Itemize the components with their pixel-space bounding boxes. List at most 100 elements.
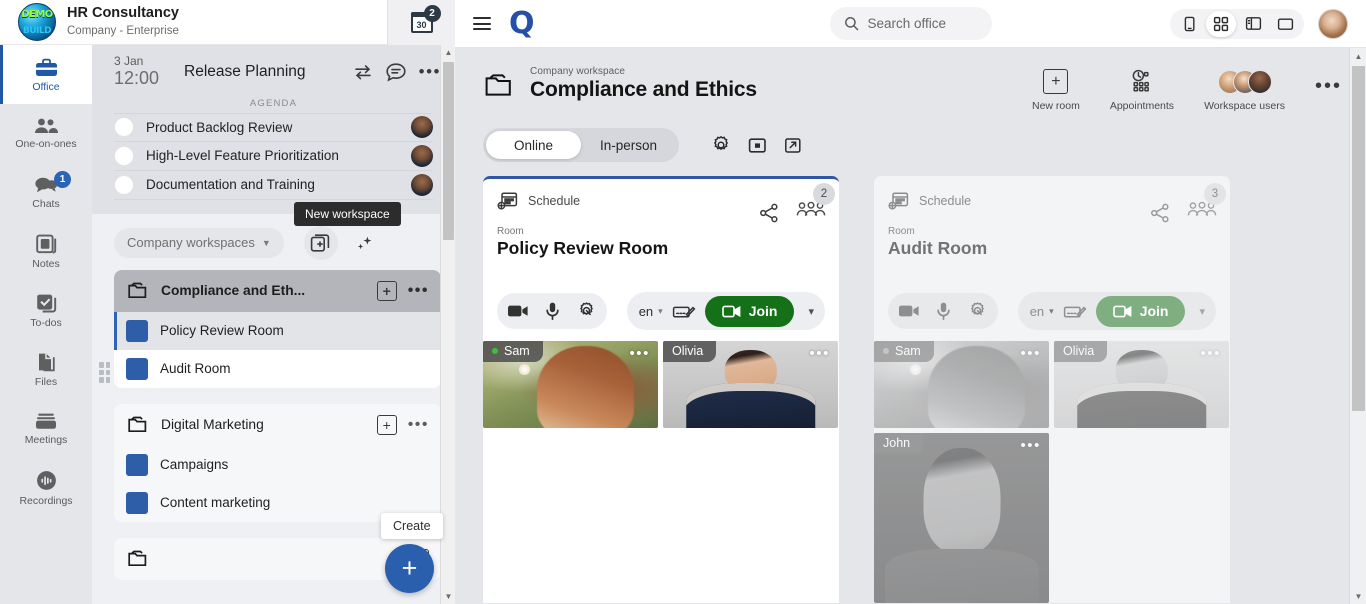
- share-icon[interactable]: [758, 202, 780, 224]
- scroll-thumb[interactable]: [1352, 66, 1365, 411]
- sidebar-item-to-dos[interactable]: To-dos: [0, 281, 92, 340]
- participant-name: John: [883, 436, 911, 450]
- workspace-group-header[interactable]: Compliance and Eth... + •••: [114, 269, 441, 312]
- add-room-button[interactable]: +: [376, 280, 397, 301]
- room-name: Policy Review Room: [160, 323, 284, 339]
- view-mode-mobile[interactable]: [1174, 11, 1204, 37]
- participant-more-icon[interactable]: •••: [1020, 345, 1041, 362]
- sidebar-item-chats[interactable]: 1 Chats: [0, 163, 92, 222]
- participant-tile-john[interactable]: John •••: [874, 433, 1049, 603]
- share-icon[interactable]: [1149, 202, 1171, 224]
- whiteboard-icon[interactable]: [1063, 302, 1087, 321]
- avatar[interactable]: [1318, 8, 1348, 39]
- participant-tile-sam[interactable]: Sam •••: [874, 341, 1049, 428]
- workspace-scope-select[interactable]: Company workspaces ▼: [114, 227, 284, 258]
- join-options-chevron-icon[interactable]: ▾: [1194, 305, 1210, 318]
- microphone-icon[interactable]: [545, 301, 560, 321]
- sidebar-item-recordings[interactable]: Recordings: [0, 458, 92, 517]
- language-select[interactable]: en ▾: [639, 304, 663, 319]
- swap-icon[interactable]: [353, 64, 373, 80]
- menu-icon[interactable]: [473, 13, 491, 33]
- microphone-icon[interactable]: [936, 301, 951, 321]
- join-button[interactable]: Join: [1095, 295, 1186, 327]
- company-name: HR Consultancy: [67, 5, 179, 22]
- scroll-down-arrow[interactable]: ▼: [1350, 588, 1366, 604]
- sidebar-item-meetings[interactable]: Meetings: [0, 399, 92, 458]
- audio-settings-icon[interactable]: [576, 301, 597, 322]
- participant-name-chip: Sam: [483, 341, 543, 362]
- whiteboard-icon[interactable]: [672, 302, 696, 321]
- agenda-checkbox[interactable]: [114, 174, 134, 195]
- camera-icon[interactable]: [507, 303, 529, 319]
- sidebar-item-notes[interactable]: Notes: [0, 222, 92, 281]
- audio-settings-icon[interactable]: [967, 301, 988, 322]
- view-mode-split[interactable]: [1238, 11, 1268, 37]
- participant-name-chip: John: [874, 433, 924, 454]
- workspace-more-icon[interactable]: •••: [1315, 75, 1342, 98]
- room-title: Policy Review Room: [497, 238, 669, 258]
- comment-icon[interactable]: [385, 62, 407, 82]
- scroll-up-arrow[interactable]: ▲: [1350, 48, 1366, 64]
- participants-button[interactable]: 2: [796, 183, 835, 224]
- participant-more-icon[interactable]: •••: [1200, 345, 1221, 362]
- sidebar-item-files[interactable]: Files: [0, 340, 92, 399]
- room-card-toolbar: en ▾ Join ▾: [483, 284, 839, 341]
- scroll-thumb[interactable]: [443, 62, 454, 240]
- page-title: Compliance and Ethics: [530, 78, 757, 101]
- participant-more-icon[interactable]: •••: [629, 345, 650, 362]
- agenda-item[interactable]: Product Backlog Review: [114, 112, 433, 142]
- agenda-item[interactable]: High-Level Feature Prioritization: [114, 142, 433, 171]
- folder-icon: [128, 282, 147, 298]
- open-external-icon[interactable]: [784, 137, 802, 154]
- participant-more-icon[interactable]: •••: [809, 345, 830, 362]
- avatar: [411, 116, 433, 139]
- chevron-down-icon: ▾: [658, 305, 663, 316]
- view-mode-grid[interactable]: [1206, 10, 1236, 37]
- participant-tile-olivia[interactable]: Olivia •••: [663, 341, 838, 428]
- join-button[interactable]: Join: [704, 295, 795, 327]
- language-select[interactable]: en ▾: [1030, 304, 1054, 319]
- tab-online[interactable]: Online: [486, 131, 581, 159]
- view-mode-single[interactable]: [1270, 11, 1300, 37]
- list-item-campaigns[interactable]: Campaigns: [114, 445, 441, 484]
- participant-tile-olivia[interactable]: Olivia •••: [1054, 341, 1229, 428]
- settings-gear-icon[interactable]: [711, 135, 731, 155]
- participant-tile-sam[interactable]: Sam •••: [483, 341, 658, 428]
- workspace-group-more-icon[interactable]: •••: [408, 416, 429, 434]
- agenda-checkbox[interactable]: [114, 117, 134, 138]
- scroll-down-arrow[interactable]: ▼: [441, 589, 456, 604]
- agenda-item[interactable]: Documentation and Training: [114, 171, 433, 200]
- agenda-more-icon[interactable]: •••: [419, 63, 441, 80]
- picture-in-picture-icon[interactable]: [748, 137, 767, 154]
- agenda-item-label: Product Backlog Review: [146, 119, 293, 135]
- workspace-users-button[interactable]: Workspace users: [1204, 69, 1285, 112]
- join-options-chevron-icon[interactable]: ▾: [803, 305, 819, 318]
- list-item-audit-room[interactable]: Audit Room: [114, 349, 441, 388]
- calendar-button[interactable]: 30 2: [387, 0, 455, 45]
- tab-in-person[interactable]: In-person: [581, 131, 676, 159]
- participant-more-icon[interactable]: •••: [1020, 437, 1041, 454]
- room-color-swatch: [126, 491, 148, 514]
- main-scrollbar[interactable]: ▲ ▼: [1349, 48, 1366, 604]
- scroll-up-arrow[interactable]: ▲: [441, 45, 456, 60]
- workspace-group-more-icon[interactable]: •••: [408, 282, 429, 300]
- app-logo[interactable]: Q: [509, 8, 535, 39]
- sidebar-item-one-on-ones[interactable]: One-on-ones: [0, 104, 92, 163]
- add-room-button[interactable]: +: [376, 414, 397, 435]
- ai-sparkle-icon[interactable]: [354, 232, 376, 254]
- create-button[interactable]: +: [385, 544, 434, 593]
- new-room-button[interactable]: + New room: [1032, 69, 1080, 112]
- view-mode-group: [1170, 8, 1304, 39]
- search-input[interactable]: Search office: [829, 7, 992, 40]
- language-value: en: [638, 303, 654, 319]
- camera-icon[interactable]: [898, 303, 920, 319]
- room-label: Room: [888, 226, 915, 237]
- agenda-checkbox[interactable]: [114, 145, 134, 166]
- workspace-group-header[interactable]: Digital Marketing + •••: [114, 403, 441, 446]
- sidebar-item-office[interactable]: Office: [0, 45, 92, 104]
- list-item-policy-review-room[interactable]: Policy Review Room: [114, 311, 441, 350]
- new-workspace-button[interactable]: [303, 225, 338, 260]
- participants-button[interactable]: 3: [1187, 183, 1226, 224]
- appointments-button[interactable]: Appointments: [1110, 69, 1174, 112]
- drag-handle[interactable]: [99, 362, 110, 383]
